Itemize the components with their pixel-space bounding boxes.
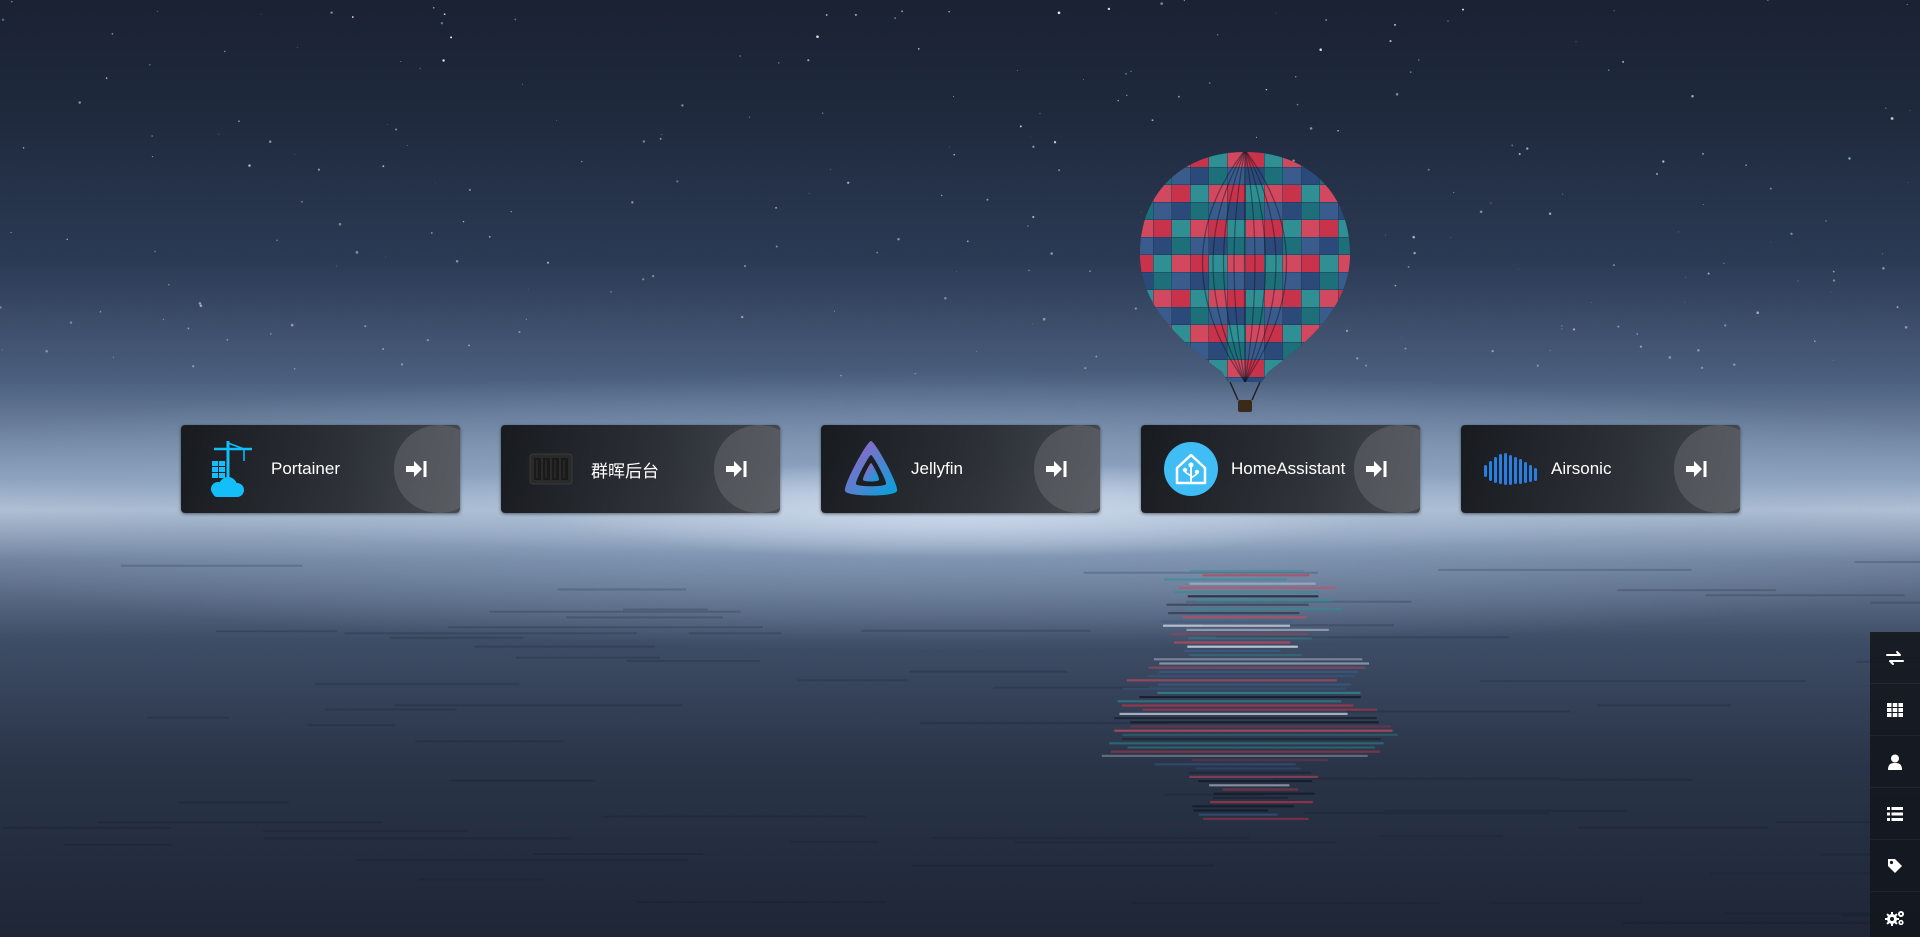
app-card-row: Portainer 群晖后台 Jellyfin HomeAssistant Ai… [181,425,1740,513]
right-sidebar-toolbar [1870,632,1920,937]
sign-in-arrow-icon[interactable] [714,425,780,513]
app-name: Portainer [271,459,340,478]
list-icon [1887,806,1903,821]
sign-in-arrow-icon[interactable] [1354,425,1420,513]
grid-icon [1887,702,1903,717]
cogs-icon [1885,910,1904,926]
portainer-icon [201,439,261,499]
app-card-airsonic[interactable]: Airsonic [1461,425,1740,513]
app-name: Jellyfin [911,459,963,478]
sign-in-arrow-icon[interactable] [1034,425,1100,513]
user-icon [1888,754,1902,770]
app-name: 群晖后台 [591,461,659,481]
balloon-reflection [1101,570,1398,820]
app-card-synology[interactable]: 群晖后台 [501,425,780,513]
sidebar-grid-button[interactable] [1870,684,1920,736]
sign-in-arrow-icon[interactable] [394,425,460,513]
sidebar-user-button[interactable] [1870,736,1920,788]
jellyfin-icon [841,439,901,499]
app-name: HomeAssistant [1231,459,1346,478]
sign-in-arrow-icon[interactable] [1674,425,1740,513]
water-ripples [2,561,1920,924]
sidebar-tag-button[interactable] [1870,840,1920,892]
stars-decoration [0,0,1911,377]
app-card-jellyfin[interactable]: Jellyfin [821,425,1100,513]
app-name: Airsonic [1551,459,1612,478]
app-card-homeassistant[interactable]: HomeAssistant [1141,425,1420,513]
sidebar-list-button[interactable] [1870,788,1920,840]
app-card-portainer[interactable]: Portainer [181,425,460,513]
sidebar-exchange-button[interactable] [1870,632,1920,684]
exchange-icon [1886,650,1904,665]
home-assistant-icon [1161,439,1221,499]
hot-air-balloon [1139,152,1351,412]
sidebar-cogs-button[interactable] [1870,892,1920,937]
tag-icon [1888,858,1902,873]
synology-nas-icon [521,439,581,499]
airsonic-icon [1481,439,1541,499]
